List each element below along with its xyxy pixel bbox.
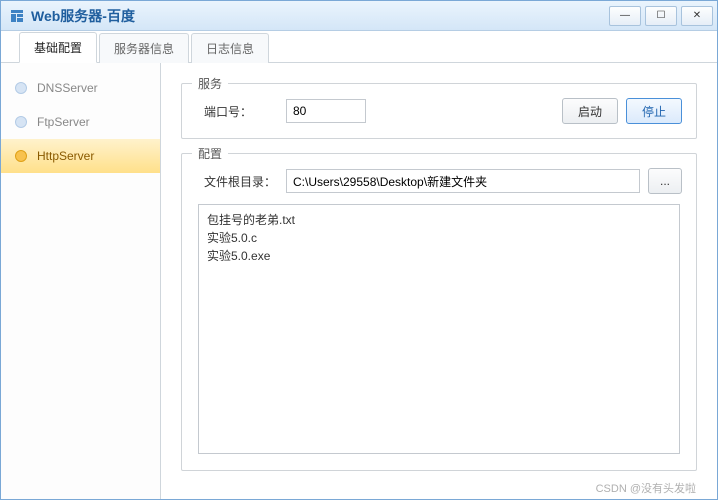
window-title: Web服务器-百度 xyxy=(31,6,605,26)
port-label: 端口号： xyxy=(196,103,286,120)
config-group: 配置 文件根目录： ... 包挂号的老弟.txt 实验5.0.c 实验5.0.e… xyxy=(181,153,697,471)
port-input[interactable] xyxy=(286,99,366,123)
maximize-button[interactable]: ☐ xyxy=(645,6,677,26)
status-dot-icon xyxy=(15,116,27,128)
tab-basic-config[interactable]: 基础配置 xyxy=(19,32,97,63)
service-group: 服务 端口号： 启动 停止 xyxy=(181,83,697,139)
root-dir-label: 文件根目录： xyxy=(196,173,286,190)
close-button[interactable]: ✕ xyxy=(681,6,713,26)
service-legend: 服务 xyxy=(192,75,228,92)
list-item[interactable]: 包挂号的老弟.txt xyxy=(207,211,671,229)
list-item[interactable]: 实验5.0.exe xyxy=(207,247,671,265)
tab-server-info[interactable]: 服务器信息 xyxy=(99,33,189,63)
watermark: CSDN @没有头发啦 xyxy=(596,480,696,496)
root-dir-input[interactable] xyxy=(286,169,640,193)
status-dot-icon xyxy=(15,150,27,162)
sidebar-item-dnsserver[interactable]: DNSServer xyxy=(1,71,160,105)
sidebar-item-label: DNSServer xyxy=(37,81,98,95)
stop-button[interactable]: 停止 xyxy=(626,98,682,124)
titlebar: Web服务器-百度 — ☐ ✕ xyxy=(1,1,717,31)
app-icon xyxy=(9,8,25,24)
tab-log-info[interactable]: 日志信息 xyxy=(191,33,269,63)
main-panel: 服务 端口号： 启动 停止 配置 文件根目录： ... 包挂号的老弟.txt xyxy=(161,63,717,499)
sidebar-item-ftpserver[interactable]: FtpServer xyxy=(1,105,160,139)
minimize-icon: — xyxy=(620,10,630,21)
file-list[interactable]: 包挂号的老弟.txt 实验5.0.c 实验5.0.exe xyxy=(198,204,680,454)
sidebar-item-httpserver[interactable]: HttpServer xyxy=(1,139,160,173)
maximize-icon: ☐ xyxy=(657,10,666,21)
config-legend: 配置 xyxy=(192,145,228,162)
close-icon: ✕ xyxy=(693,10,701,21)
app-window: Web服务器-百度 — ☐ ✕ 基础配置 服务器信息 日志信息 DNSServe… xyxy=(0,0,718,500)
status-dot-icon xyxy=(15,82,27,94)
minimize-button[interactable]: — xyxy=(609,6,641,26)
sidebar-item-label: HttpServer xyxy=(37,149,94,163)
browse-button[interactable]: ... xyxy=(648,168,682,194)
start-button[interactable]: 启动 xyxy=(562,98,618,124)
tabbar: 基础配置 服务器信息 日志信息 xyxy=(1,31,717,63)
sidebar: DNSServer FtpServer HttpServer xyxy=(1,63,161,499)
body: DNSServer FtpServer HttpServer 服务 端口号： 启… xyxy=(1,63,717,499)
list-item[interactable]: 实验5.0.c xyxy=(207,229,671,247)
sidebar-item-label: FtpServer xyxy=(37,115,90,129)
